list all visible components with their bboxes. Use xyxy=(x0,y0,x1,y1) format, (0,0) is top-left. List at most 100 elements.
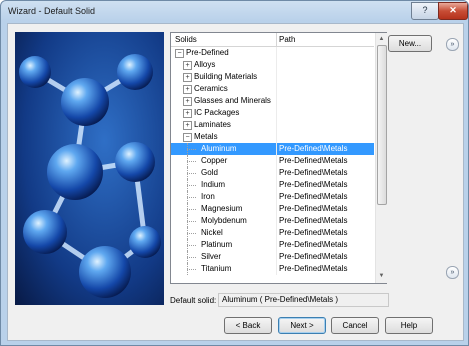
solid-name: Silver xyxy=(201,252,222,261)
solid-name: Building Materials xyxy=(194,72,258,81)
expand-icon[interactable]: + xyxy=(183,61,192,70)
table-row[interactable]: Iron Pre-Defined\Metals xyxy=(171,191,374,203)
expand-chevron-lower-icon[interactable]: » xyxy=(446,266,459,279)
wizard-window: Wizard - Default Solid ? ✕ Solids Path −… xyxy=(0,0,469,346)
table-rows: − Pre-Defined + Alloys + Building Materials + C… xyxy=(171,47,374,282)
expand-icon[interactable]: + xyxy=(183,121,192,130)
scroll-up-arrow[interactable]: ▲ xyxy=(377,34,386,44)
solid-name: Metals xyxy=(194,132,218,141)
next-button[interactable]: Next > xyxy=(278,317,326,334)
table-row[interactable]: Gold Pre-Defined\Metals xyxy=(171,167,374,179)
table-row[interactable]: + Building Materials xyxy=(171,71,374,83)
tree-connector-line xyxy=(187,209,196,210)
cancel-button[interactable]: Cancel xyxy=(331,317,379,334)
table-row[interactable]: + Glasses and Minerals xyxy=(171,95,374,107)
cell-divider xyxy=(276,251,277,263)
collapse-icon[interactable]: − xyxy=(175,49,184,58)
tree-connector-line xyxy=(187,233,196,234)
tree-connector-line xyxy=(187,197,196,198)
table-row[interactable]: − Metals xyxy=(171,131,374,143)
help-button[interactable]: Help xyxy=(385,317,433,334)
new-button[interactable]: New... xyxy=(388,35,432,52)
cell-divider xyxy=(276,59,277,71)
cell-divider xyxy=(276,191,277,203)
tree-connector-line xyxy=(187,143,188,155)
expand-icon[interactable]: + xyxy=(183,85,192,94)
cell-divider xyxy=(276,179,277,191)
molecule-illustration xyxy=(15,32,164,305)
title-help-button[interactable]: ? xyxy=(411,2,439,20)
expand-icon[interactable]: + xyxy=(183,109,192,118)
table-row[interactable]: Indium Pre-Defined\Metals xyxy=(171,179,374,191)
solid-path: Pre-Defined\Metals xyxy=(279,252,348,261)
solid-path: Pre-Defined\Metals xyxy=(279,180,348,189)
table-header: Solids Path xyxy=(171,33,374,47)
tree-connector-line xyxy=(187,191,188,203)
solid-path: Pre-Defined\Metals xyxy=(279,192,348,201)
tree-connector-line xyxy=(187,251,188,263)
column-header-path[interactable]: Path xyxy=(279,35,295,44)
table-row[interactable]: Titanium Pre-Defined\Metals xyxy=(171,263,374,275)
table-row[interactable]: − Pre-Defined xyxy=(171,47,374,59)
vertical-scrollbar[interactable]: ▲ ▼ xyxy=(375,33,387,283)
cell-divider xyxy=(276,227,277,239)
table-row[interactable]: + IC Packages xyxy=(171,107,374,119)
solid-name: Magnesium xyxy=(201,204,243,213)
tree-connector-line xyxy=(187,203,188,215)
tree-connector-line xyxy=(187,185,196,186)
collapse-icon[interactable]: − xyxy=(183,133,192,142)
solid-path: Pre-Defined\Metals xyxy=(279,228,348,237)
table-row[interactable]: Magnesium Pre-Defined\Metals xyxy=(171,203,374,215)
table-row[interactable]: + Laminates xyxy=(171,119,374,131)
cell-divider xyxy=(276,155,277,167)
cell-divider xyxy=(276,47,277,59)
dialog-body: Solids Path − Pre-Defined + Alloys + Building… xyxy=(7,23,464,341)
table-row[interactable]: Platinum Pre-Defined\Metals xyxy=(171,239,374,251)
solid-name: Platinum xyxy=(201,240,233,249)
scroll-thumb[interactable] xyxy=(377,45,387,205)
expand-icon[interactable]: + xyxy=(183,73,192,82)
scroll-down-arrow[interactable]: ▼ xyxy=(377,271,386,281)
cell-divider xyxy=(276,143,277,155)
table-row[interactable]: + Ceramics xyxy=(171,83,374,95)
solid-name: Molybdenum xyxy=(201,216,247,225)
back-button[interactable]: < Back xyxy=(224,317,272,334)
solid-name: Indium xyxy=(201,180,226,189)
table-row[interactable]: Nickel Pre-Defined\Metals xyxy=(171,227,374,239)
solid-name: Copper xyxy=(201,156,228,165)
solid-name: Alloys xyxy=(194,60,216,69)
cell-divider xyxy=(276,119,277,131)
solid-name: Iron xyxy=(201,192,215,201)
solids-table[interactable]: Solids Path − Pre-Defined + Alloys + Building… xyxy=(170,32,387,284)
table-row[interactable]: Aluminum Pre-Defined\Metals xyxy=(171,143,374,155)
tree-connector-line xyxy=(187,257,196,258)
close-button[interactable]: ✕ xyxy=(438,2,468,20)
solid-name: IC Packages xyxy=(194,108,240,117)
cell-divider xyxy=(276,131,277,143)
cell-divider xyxy=(276,71,277,83)
cell-divider xyxy=(276,107,277,119)
table-row[interactable]: Copper Pre-Defined\Metals xyxy=(171,155,374,167)
solid-path: Pre-Defined\Metals xyxy=(279,204,348,213)
solid-path: Pre-Defined\Metals xyxy=(279,144,348,153)
title-bar: Wizard - Default Solid ? ✕ xyxy=(1,1,468,23)
column-divider[interactable] xyxy=(276,33,277,46)
table-row[interactable]: Molybdenum Pre-Defined\Metals xyxy=(171,215,374,227)
tree-connector-line xyxy=(187,263,188,275)
cell-divider xyxy=(276,167,277,179)
cell-divider xyxy=(276,263,277,275)
column-header-solids[interactable]: Solids xyxy=(175,35,197,44)
tree-connector-line xyxy=(187,149,196,150)
table-row[interactable]: + Alloys xyxy=(171,59,374,71)
solid-name: Titanium xyxy=(201,264,232,273)
solid-name: Nickel xyxy=(201,228,223,237)
expand-icon[interactable]: + xyxy=(183,97,192,106)
tree-connector-line xyxy=(187,161,196,162)
side-panel: New... » » xyxy=(388,32,459,292)
tree-connector-line xyxy=(187,173,196,174)
solid-name: Glasses and Minerals xyxy=(194,96,271,105)
solid-name: Ceramics xyxy=(194,84,228,93)
table-row[interactable]: Silver Pre-Defined\Metals xyxy=(171,251,374,263)
expand-chevron-icon[interactable]: » xyxy=(446,38,459,51)
solid-name: Laminates xyxy=(194,120,231,129)
